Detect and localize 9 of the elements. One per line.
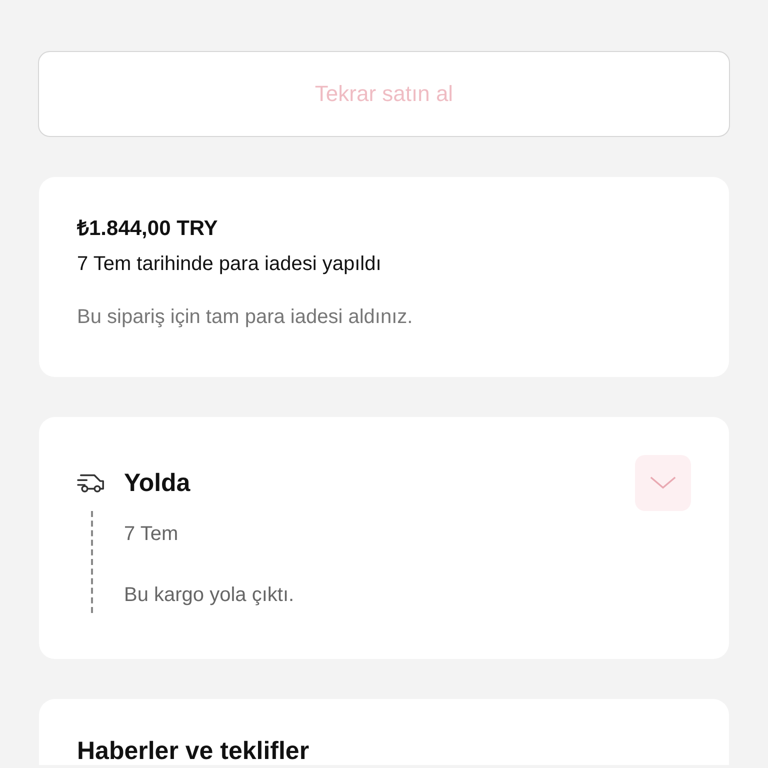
event-description: Bu kargo yola çıktı. [124, 584, 296, 607]
event-date: 7 Tem [124, 522, 180, 546]
refund-amount: ₺1.844,00 TRY [77, 216, 219, 241]
truck-icon [77, 472, 106, 494]
expand-button[interactable] [635, 455, 691, 511]
refund-note: Bu sipariş için tam para iadesi aldınız. [77, 306, 414, 329]
news-title: Haberler ve teklifler [77, 737, 310, 766]
tracking-title: Yolda [124, 468, 192, 498]
refund-status: 7 Tem tarihinde para iadesi yapıldı [77, 253, 382, 276]
